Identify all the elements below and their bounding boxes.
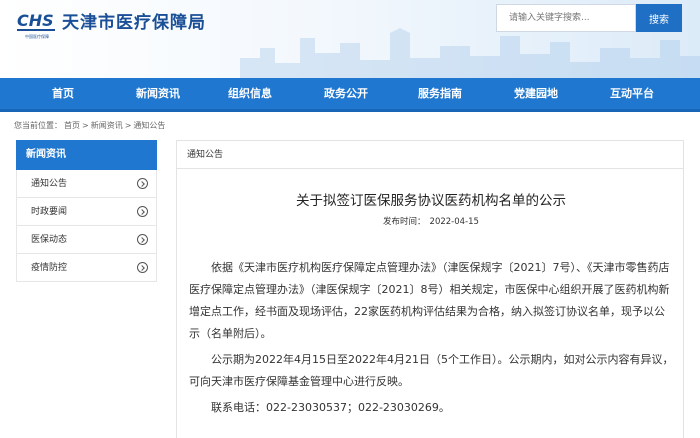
- nav-item-interaction[interactable]: 互动平台: [604, 78, 660, 109]
- nav-item-news[interactable]: 新闻资讯: [130, 78, 186, 109]
- publish-date-value: 2022-04-15: [429, 217, 479, 227]
- breadcrumb-item-home[interactable]: 首页: [64, 121, 80, 130]
- nav-item-government-affairs[interactable]: 政务公开: [318, 78, 374, 109]
- sidebar-item-label: 医保动态: [31, 235, 68, 245]
- site-header: CHS 中国医疗保障 天津市医疗保障局 搜索: [0, 0, 700, 78]
- article-paragraph: 依据《天津市医疗机构医疗保障定点管理办法》（津医保规字〔2021〕7号）、《天津…: [189, 261, 670, 340]
- breadcrumb-separator: >: [82, 121, 89, 130]
- breadcrumb: 您当前位置： 首页 > 新闻资讯 > 通知公告: [14, 120, 167, 131]
- chevron-right-circle-icon: [137, 178, 148, 189]
- sidebar-item-notices[interactable]: 通知公告: [16, 170, 157, 198]
- logo-caption: 中国医疗保障: [9, 34, 65, 40]
- breadcrumb-separator: >: [124, 121, 132, 130]
- sidebar-item-epidemic-prevention[interactable]: 疫情防控: [16, 254, 157, 282]
- sidebar-title: 新闻资讯: [16, 140, 157, 170]
- sidebar-item-label: 疫情防控: [31, 263, 68, 273]
- logo-caption-cn: 中国医疗保障: [25, 34, 49, 39]
- chevron-right-circle-icon: [137, 206, 148, 217]
- search-input[interactable]: [496, 4, 636, 32]
- chs-logo-icon: CHS: [17, 11, 55, 31]
- article-paragraph: 联系电话：022-23030537；022-23030269。: [211, 401, 450, 414]
- breadcrumb-item-notices[interactable]: 通知公告: [133, 121, 165, 130]
- article-title: 关于拟签订医保服务协议医药机构名单的公示: [296, 193, 566, 209]
- search-button[interactable]: 搜索: [636, 4, 682, 32]
- sidebar-item-label: 通知公告: [31, 179, 68, 189]
- nav-item-organization[interactable]: 组织信息: [222, 78, 278, 109]
- publish-date: 发布时间： 2022-04-15: [177, 215, 685, 227]
- sidebar-item-insurance-news[interactable]: 医保动态: [16, 226, 157, 254]
- chevron-right-circle-icon: [137, 262, 148, 273]
- section-tab: 通知公告: [177, 141, 683, 169]
- site-title[interactable]: 天津市医疗保障局: [62, 8, 206, 33]
- main-nav: 首页 新闻资讯 组织信息 政务公开 服务指南 党建园地 互动平台: [0, 78, 700, 112]
- breadcrumb-item-news[interactable]: 新闻资讯: [91, 121, 123, 130]
- nav-item-home[interactable]: 首页: [40, 78, 86, 109]
- breadcrumb-prefix: 您当前位置：: [14, 121, 62, 130]
- article-body: 依据《天津市医疗机构医疗保障定点管理办法》（津医保规字〔2021〕7号）、《天津…: [189, 257, 675, 423]
- nav-item-service-guide[interactable]: 服务指南: [412, 78, 468, 109]
- sidebar: 新闻资讯 通知公告 时政要闻 医保动态 疫情防控: [16, 140, 157, 438]
- sidebar-item-label: 时政要闻: [31, 207, 68, 217]
- publish-date-label: 发布时间：: [383, 217, 426, 227]
- sidebar-item-political-news[interactable]: 时政要闻: [16, 198, 157, 226]
- chevron-right-circle-icon: [137, 234, 148, 245]
- article-panel: 通知公告 关于拟签订医保服务协议医药机构名单的公示 发布时间： 2022-04-1…: [176, 140, 684, 438]
- article-paragraph: 公示期为2022年4月15日至2022年4月21日（5个工作日）。公示期内，如对…: [189, 353, 674, 388]
- svg-text:CHS: CHS: [17, 11, 54, 30]
- nav-item-party-building[interactable]: 党建园地: [508, 78, 564, 109]
